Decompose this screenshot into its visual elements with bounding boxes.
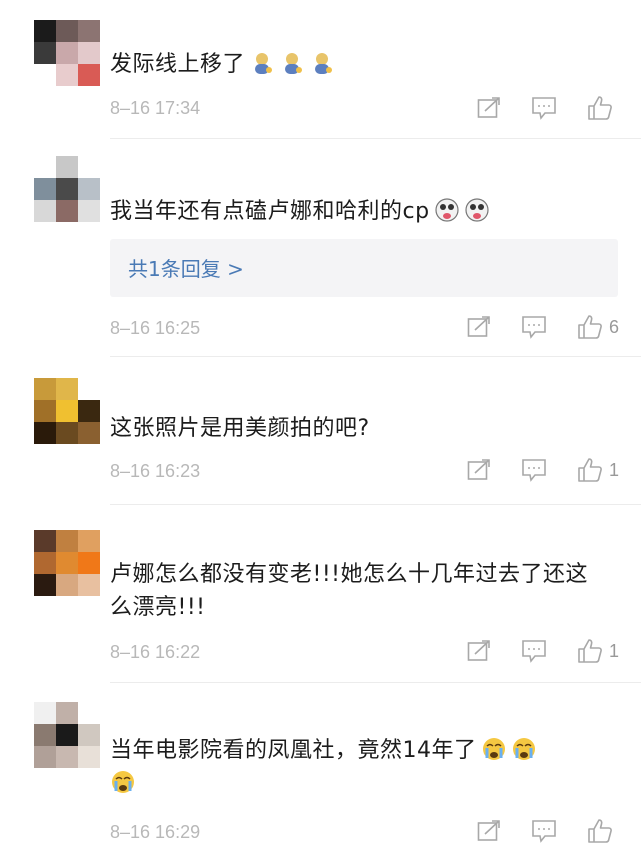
comment-icon — [522, 640, 546, 663]
share-button[interactable] — [467, 316, 491, 338]
comment-time: 8–16 16:29 — [110, 822, 201, 842]
avatar[interactable] — [34, 156, 100, 222]
comment-actions — [447, 93, 619, 123]
like-count: 6 — [608, 316, 619, 337]
comment-time: 8–16 16:25 — [110, 318, 201, 338]
comment-button[interactable] — [531, 96, 557, 120]
divider — [110, 356, 641, 357]
comment-body: 发际线上移了 — [110, 52, 246, 77]
comment-icon — [532, 820, 556, 843]
avatar[interactable] — [34, 378, 100, 444]
comment-text: 发际线上移了 — [110, 48, 620, 81]
comment-item: 当年电影院看的凤凰社，竟然14年了 8–16 16:29 — [0, 686, 641, 862]
thumbs-up-icon — [588, 96, 612, 120]
comment-item: 发际线上移了 8–16 17:34 — [0, 0, 641, 140]
comment-body: 这张照片是用美颜拍的吧? — [110, 416, 370, 441]
comment-actions: 6 — [437, 312, 619, 342]
crying-face-emoji — [482, 738, 505, 760]
comment-time: 8–16 16:23 — [110, 461, 201, 481]
crying-face-emoji — [112, 771, 134, 793]
comment-item: 我当年还有点磕卢娜和哈利的cp 共1条回复 > 8–16 16:25 6 — [0, 140, 641, 358]
dog-face-emoji — [464, 198, 489, 222]
share-icon — [467, 459, 490, 480]
comment-button[interactable] — [521, 315, 547, 339]
like-count: 1 — [608, 459, 619, 480]
comment-item: 这张照片是用美颜拍的吧? 8–16 16:23 1 — [0, 358, 641, 508]
thumbs-up-icon — [578, 639, 602, 663]
comment-button[interactable] — [521, 639, 547, 663]
share-button[interactable] — [477, 97, 501, 119]
divider — [110, 504, 641, 505]
comment-body: 当年电影院看的凤凰社，竟然14年了 — [110, 738, 477, 763]
comment-icon — [522, 316, 546, 339]
comment-button[interactable] — [531, 819, 557, 843]
poop-face-emoji — [255, 53, 273, 74]
share-icon — [467, 640, 490, 661]
divider — [110, 138, 641, 139]
thumbs-up-icon — [588, 819, 612, 843]
comment-icon — [522, 459, 546, 482]
comment-item: 卢娜怎么都没有变老!!!她怎么十几年过去了还这么漂亮!!! 8–16 16:22… — [0, 508, 641, 686]
like-button[interactable]: 1 — [577, 457, 619, 483]
comment-body: 卢娜怎么都没有变老!!!她怎么十几年过去了还这么漂亮!!! — [110, 562, 588, 620]
divider — [110, 682, 641, 683]
share-button[interactable] — [477, 820, 501, 842]
comment-icon — [532, 97, 556, 120]
like-button[interactable]: 6 — [577, 314, 619, 340]
comment-body: 我当年还有点磕卢娜和哈利的cp — [110, 199, 430, 224]
comment-text: 卢娜怎么都没有变老!!!她怎么十几年过去了还这么漂亮!!! — [110, 558, 610, 624]
comment-time: 8–16 16:22 — [110, 642, 201, 662]
view-replies-link[interactable]: 共1条回复 > — [128, 253, 244, 282]
avatar[interactable] — [34, 702, 100, 768]
like-button[interactable] — [587, 818, 619, 844]
share-button[interactable] — [467, 640, 491, 662]
comment-actions: 1 — [437, 455, 619, 485]
share-icon — [467, 316, 490, 337]
thumbs-up-icon — [578, 458, 602, 482]
like-button[interactable] — [587, 95, 619, 121]
comment-time: 8–16 17:34 — [110, 98, 201, 118]
avatar[interactable] — [34, 530, 100, 596]
comment-button[interactable] — [521, 458, 547, 482]
share-icon — [477, 820, 500, 841]
like-count: 1 — [608, 640, 619, 661]
poop-face-emoji — [315, 53, 333, 74]
thumbs-up-icon — [578, 315, 602, 339]
share-icon — [477, 97, 500, 118]
comment-text: 我当年还有点磕卢娜和哈利的cp — [110, 195, 620, 228]
crying-face-emoji — [512, 738, 535, 760]
poop-face-emoji — [285, 53, 303, 74]
comment-text: 这张照片是用美颜拍的吧? — [110, 412, 620, 445]
comment-actions: 1 — [437, 636, 619, 666]
share-button[interactable] — [467, 459, 491, 481]
comment-text: 当年电影院看的凤凰社，竟然14年了 — [110, 734, 610, 800]
reply-box[interactable]: 共1条回复 > — [110, 239, 618, 297]
dog-face-emoji — [434, 198, 459, 222]
like-button[interactable]: 1 — [577, 638, 619, 664]
comment-actions — [447, 816, 619, 846]
avatar[interactable] — [34, 20, 100, 86]
